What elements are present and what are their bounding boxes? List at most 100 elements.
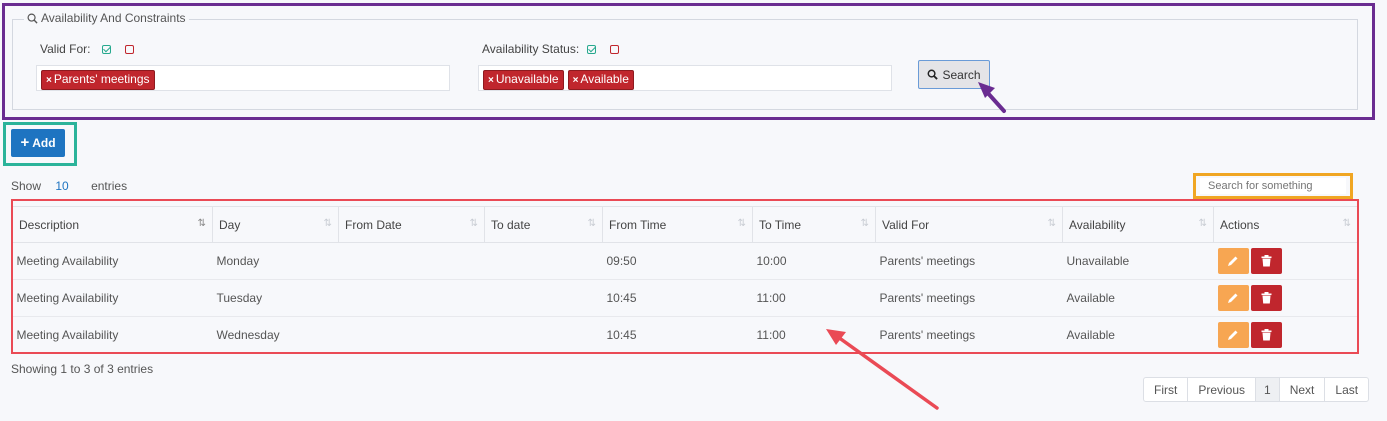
column-header-description[interactable]: Description ⇅ [12, 206, 213, 243]
trash-icon [1261, 292, 1271, 304]
entries-label: entries [91, 179, 128, 193]
edit-button[interactable] [1217, 322, 1249, 348]
table-row: Meeting Availability Tuesday 10:45 11:00… [12, 279, 1358, 317]
cell-valid-for: Parents' meetings [875, 242, 1063, 280]
table-info: Showing 1 to 3 of 3 entries [11, 362, 154, 376]
page-length: Show 10 entries [11, 179, 127, 193]
cell-from-date [338, 316, 485, 353]
table-header: Description ⇅ Day ⇅ From Date ⇅ To date ⇅ Fr… [12, 206, 1358, 243]
valid-for-header: Valid For: [40, 42, 135, 56]
column-header-label: Day [219, 217, 241, 232]
search-button[interactable]: Search [918, 60, 990, 89]
remove-tag-icon[interactable]: × [46, 75, 52, 86]
column-header-from-date[interactable]: From Date ⇅ [338, 206, 485, 243]
remove-tag-icon[interactable]: × [488, 75, 494, 86]
column-header-day[interactable]: Day ⇅ [212, 206, 339, 243]
column-header-valid-for[interactable]: Valid For ⇅ [875, 206, 1063, 243]
trash-icon [1261, 255, 1271, 267]
sort-icon: ⇅ [737, 218, 747, 229]
pagination-first[interactable]: First [1144, 378, 1187, 401]
pencil-icon [1228, 293, 1238, 303]
cell-availability: Unavailable [1062, 242, 1214, 280]
table-search-input[interactable] [1200, 178, 1346, 194]
table-row: Meeting Availability Wednesday 10:45 11:… [12, 316, 1358, 353]
pagination-page-1[interactable]: 1 [1255, 378, 1279, 401]
column-header-label: Availability [1069, 217, 1126, 232]
column-header-actions[interactable]: Actions ⇅ [1213, 206, 1358, 243]
cell-day: Monday [212, 242, 339, 280]
cell-from-time: 10:45 [602, 279, 753, 317]
column-header-label: To date [491, 217, 531, 232]
cell-valid-for: Parents' meetings [875, 279, 1063, 317]
deselect-all-status-icon[interactable] [610, 44, 620, 54]
cell-description: Meeting Availability [12, 316, 213, 353]
column-header-from-time[interactable]: From Time ⇅ [602, 206, 753, 243]
delete-button[interactable] [1250, 322, 1282, 348]
page-length-select[interactable]: 10 [55, 179, 68, 193]
sort-icon: ⇅ [1198, 218, 1208, 229]
cell-day: Tuesday [212, 279, 339, 317]
availability-table: Description ⇅ Day ⇅ From Date ⇅ To date ⇅ Fr… [12, 206, 1358, 353]
column-header-availability[interactable]: Availability ⇅ [1062, 206, 1214, 243]
edit-button[interactable] [1217, 248, 1249, 274]
status-tag-unavailable[interactable]: × Unavailable [483, 70, 564, 90]
cell-to-time: 11:00 [752, 316, 876, 353]
select-all-valid-for-icon[interactable] [102, 44, 112, 54]
trash-icon [1261, 329, 1271, 341]
pagination-next[interactable]: Next [1278, 378, 1325, 401]
cell-actions [1213, 279, 1358, 317]
select-all-status-icon[interactable] [587, 44, 597, 54]
cell-from-date [338, 279, 485, 317]
cell-day: Wednesday [212, 316, 339, 353]
cell-to-date [484, 242, 603, 280]
valid-for-tag[interactable]: × Parents' meetings [41, 70, 155, 90]
cell-to-time: 11:00 [752, 279, 876, 317]
availability-status-header: Availability Status: [482, 42, 620, 56]
sort-icon: ⇅ [469, 218, 479, 229]
sort-icon: ⇅ [1047, 218, 1057, 229]
valid-for-tag-label: Parents' meetings [53, 72, 150, 86]
valid-for-select[interactable]: × Parents' meetings [36, 65, 450, 91]
sort-icon: ⇅ [323, 218, 333, 229]
column-header-to-date[interactable]: To date ⇅ [484, 206, 603, 243]
valid-for-label: Valid For: [40, 42, 91, 56]
column-header-label: From Date [345, 217, 402, 232]
remove-tag-icon[interactable]: × [573, 75, 579, 86]
availability-status-select[interactable]: × Unavailable × Available [478, 65, 892, 91]
pagination: First Previous 1 Next Last [1143, 377, 1370, 402]
column-header-label: Valid For [882, 217, 930, 232]
filter-legend-text: Availability And Constraints [41, 11, 186, 25]
column-header-label: Actions [1220, 217, 1260, 232]
cell-to-time: 10:00 [752, 242, 876, 280]
sort-icon: ⇅ [1342, 218, 1352, 229]
pencil-icon [1228, 330, 1238, 340]
cell-actions [1213, 242, 1358, 280]
delete-button[interactable] [1250, 248, 1282, 274]
add-button[interactable]: + Add [11, 129, 65, 157]
cell-description: Meeting Availability [12, 242, 213, 280]
search-icon [27, 13, 38, 24]
cell-description: Meeting Availability [12, 279, 213, 317]
pagination-last[interactable]: Last [1324, 378, 1368, 401]
sort-icon: ⇅ [860, 218, 870, 229]
status-tag-available[interactable]: × Available [567, 70, 634, 90]
table-row: Meeting Availability Monday 09:50 10:00 … [12, 242, 1358, 280]
pagination-previous[interactable]: Previous [1187, 378, 1255, 401]
status-tag-label: Unavailable [495, 72, 559, 86]
column-header-label: Description [19, 217, 80, 232]
search-icon [928, 69, 939, 80]
cell-actions [1213, 316, 1358, 353]
cell-from-time: 10:45 [602, 316, 753, 353]
show-label: Show [11, 179, 42, 193]
column-header-label: To Time [759, 217, 802, 232]
cell-availability: Available [1062, 316, 1214, 353]
cell-from-date [338, 242, 485, 280]
delete-button[interactable] [1250, 285, 1282, 311]
pencil-icon [1228, 256, 1238, 266]
cell-valid-for: Parents' meetings [875, 316, 1063, 353]
cell-availability: Available [1062, 279, 1214, 317]
column-header-to-time[interactable]: To Time ⇅ [752, 206, 876, 243]
edit-button[interactable] [1217, 285, 1249, 311]
deselect-all-valid-for-icon[interactable] [125, 44, 135, 54]
sort-icon: ⇅ [587, 218, 597, 229]
